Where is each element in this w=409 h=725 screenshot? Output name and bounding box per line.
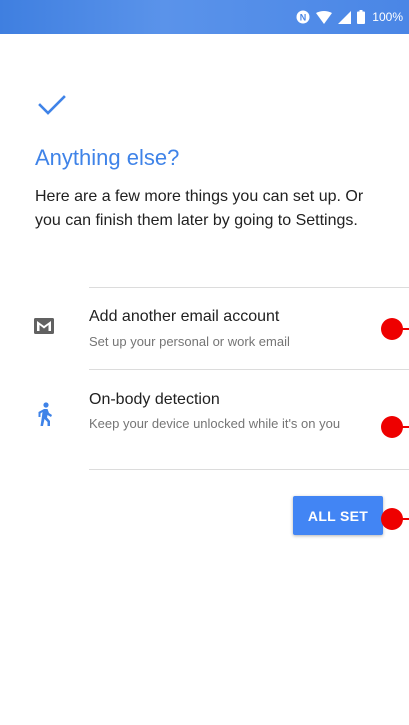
list-divider bbox=[89, 469, 409, 470]
svg-text:N: N bbox=[300, 13, 307, 23]
setup-screen: N 100% Anything else? Here are a few mor… bbox=[0, 0, 409, 725]
option-add-email-account[interactable]: Add another email account Set up your pe… bbox=[0, 288, 409, 368]
option-subtitle: Keep your device unlocked while it's on … bbox=[89, 416, 341, 431]
all-set-button[interactable]: ALL SET bbox=[293, 496, 383, 535]
option-title: On-body detection bbox=[89, 391, 220, 408]
page-title: Anything else? bbox=[35, 145, 180, 170]
red-marker-line bbox=[399, 328, 409, 330]
gmail-icon bbox=[34, 318, 54, 339]
battery-icon bbox=[357, 10, 366, 24]
check-icon bbox=[37, 94, 67, 116]
battery-percentage: 100% bbox=[372, 10, 403, 24]
walking-person-icon bbox=[37, 402, 53, 431]
status-bar: N 100% bbox=[0, 0, 409, 34]
red-marker-line bbox=[399, 518, 409, 520]
wifi-icon bbox=[316, 10, 333, 24]
status-icons: N 100% bbox=[296, 8, 403, 26]
cell-signal-icon bbox=[338, 10, 352, 24]
nfc-icon: N bbox=[296, 10, 310, 24]
page-description: Here are a few more things you can set u… bbox=[35, 188, 364, 229]
option-subtitle: Set up your personal or work email bbox=[89, 334, 290, 349]
option-on-body-detection[interactable]: On-body detection Keep your device unloc… bbox=[0, 370, 409, 468]
red-marker-line bbox=[399, 426, 409, 428]
option-title: Add another email account bbox=[89, 308, 280, 325]
